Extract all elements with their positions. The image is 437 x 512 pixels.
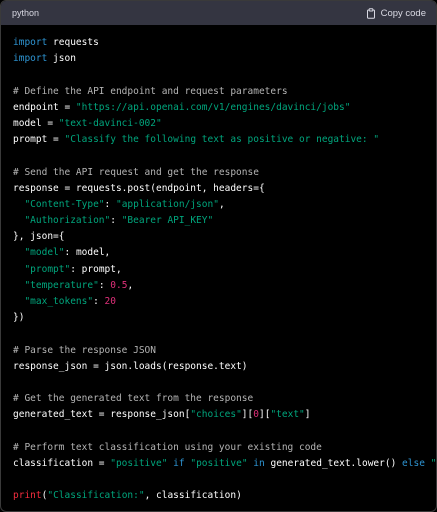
code-token: :	[93, 296, 105, 307]
code-token: "temperature"	[24, 279, 99, 291]
code-token: "model"	[24, 247, 65, 259]
code-token: # Define the API endpoint and request pa…	[13, 85, 288, 97]
code-token: response = requests.post(endpoint, heade…	[13, 182, 265, 194]
code-token: in	[253, 457, 265, 469]
code-token: # Send the API request and get the respo…	[13, 166, 259, 178]
clipboard-icon	[366, 7, 376, 19]
code-line: "Content-Type": "application/json",	[13, 197, 424, 213]
code-line: "temperature": 0.5,	[13, 278, 424, 294]
code-token: prompt =	[13, 134, 65, 146]
code-line: endpoint = "https://api.openai.com/v1/en…	[13, 100, 424, 116]
code-block: python Copy code import requests import j…	[0, 0, 437, 512]
code-line: # Perform text classification using your…	[13, 440, 424, 456]
code-line: model = "text-davinci-002"	[13, 116, 424, 132]
code-token: "negative"	[430, 457, 437, 469]
code-line: "prompt": prompt,	[13, 262, 424, 278]
code-line: prompt = "Classify the following text as…	[13, 132, 424, 148]
code-token: requests	[47, 37, 99, 48]
copy-code-button[interactable]: Copy code	[366, 8, 426, 19]
code-token: endpoint =	[13, 101, 76, 113]
code-line: }, json={	[13, 229, 424, 245]
code-token: "prompt"	[24, 263, 71, 275]
code-line: print("Classification:", classification)	[13, 488, 424, 504]
code-line: response = requests.post(endpoint, heade…	[13, 181, 424, 197]
code-token: import	[13, 37, 48, 48]
code-line: # Parse the response JSON	[13, 343, 424, 359]
code-token: ,	[218, 198, 225, 210]
code-token: "positive"	[110, 457, 168, 469]
code-line: generated_text = response_json["choices"…	[13, 407, 424, 423]
code-token: "choices"	[190, 409, 242, 421]
language-label: python	[12, 8, 40, 18]
code-token: "Classify the following text as positive…	[64, 134, 380, 146]
code-header: python Copy code	[1, 1, 436, 25]
code-token: 0.5	[110, 279, 128, 291]
code-token: # Perform text classification using your…	[13, 441, 322, 453]
code-token: "max_tokens"	[24, 296, 94, 307]
code-token: "https://api.openai.com/v1/engines/davin…	[75, 101, 351, 113]
code-token: generated_text = response_json[	[13, 409, 191, 421]
code-token: "Content-Type"	[24, 198, 105, 210]
code-token: "positive"	[190, 457, 248, 469]
code-token: :	[104, 198, 116, 210]
code-line: "max_tokens": 20	[13, 294, 424, 310]
code-token: response_json = json.loads(response.text…	[13, 360, 248, 372]
code-line: import json	[13, 51, 424, 67]
code-token: ][	[241, 409, 254, 421]
code-token: import	[13, 53, 48, 65]
code-token: })	[13, 312, 25, 324]
code-line: classification = "positive" if "positive…	[13, 456, 436, 472]
code-token: ][	[258, 409, 271, 421]
code-token: "text"	[270, 409, 305, 421]
code-token: :	[98, 279, 111, 291]
code-token: 20	[104, 296, 116, 307]
code-token: :	[110, 215, 122, 227]
code-token: ]	[304, 409, 311, 421]
code-content: import requests import json # Define the …	[1, 25, 436, 504]
code-line: "model": model,	[13, 245, 424, 261]
code-token: , classification)	[144, 490, 242, 502]
code-token: "Authorization"	[24, 215, 111, 227]
copy-code-label: Copy code	[380, 7, 426, 19]
code-token: else	[402, 457, 425, 469]
code-line: import requests	[13, 35, 424, 51]
code-line: response_json = json.loads(response.text…	[13, 359, 424, 375]
code-token: "text-davinci-002"	[58, 117, 162, 129]
code-token: # Parse the response JSON	[13, 344, 156, 356]
code-line: # Get the generated text from the respon…	[13, 391, 424, 407]
code-line: "Authorization": "Bearer API_KEY"	[13, 213, 424, 229]
code-token: # Get the generated text from the respon…	[13, 393, 254, 405]
code-token: json	[47, 53, 76, 65]
code-token: : model,	[64, 247, 111, 259]
code-token: print	[13, 490, 42, 502]
code-token: "Classification:"	[47, 490, 145, 502]
code-token: : prompt,	[70, 263, 122, 275]
code-line: })	[13, 310, 424, 326]
code-line: # Send the API request and get the respo…	[13, 165, 424, 181]
code-line: # Define the API endpoint and request pa…	[13, 84, 424, 100]
code-token: classification =	[13, 457, 111, 469]
code-token: model =	[13, 117, 59, 129]
code-token: if	[173, 457, 185, 469]
code-token: ,	[127, 279, 134, 291]
code-token: "application/json"	[115, 198, 219, 210]
code-token: }, json={	[13, 231, 65, 243]
code-token: generated_text.lower()	[264, 457, 403, 469]
code-token: "Bearer API_KEY"	[121, 215, 214, 227]
